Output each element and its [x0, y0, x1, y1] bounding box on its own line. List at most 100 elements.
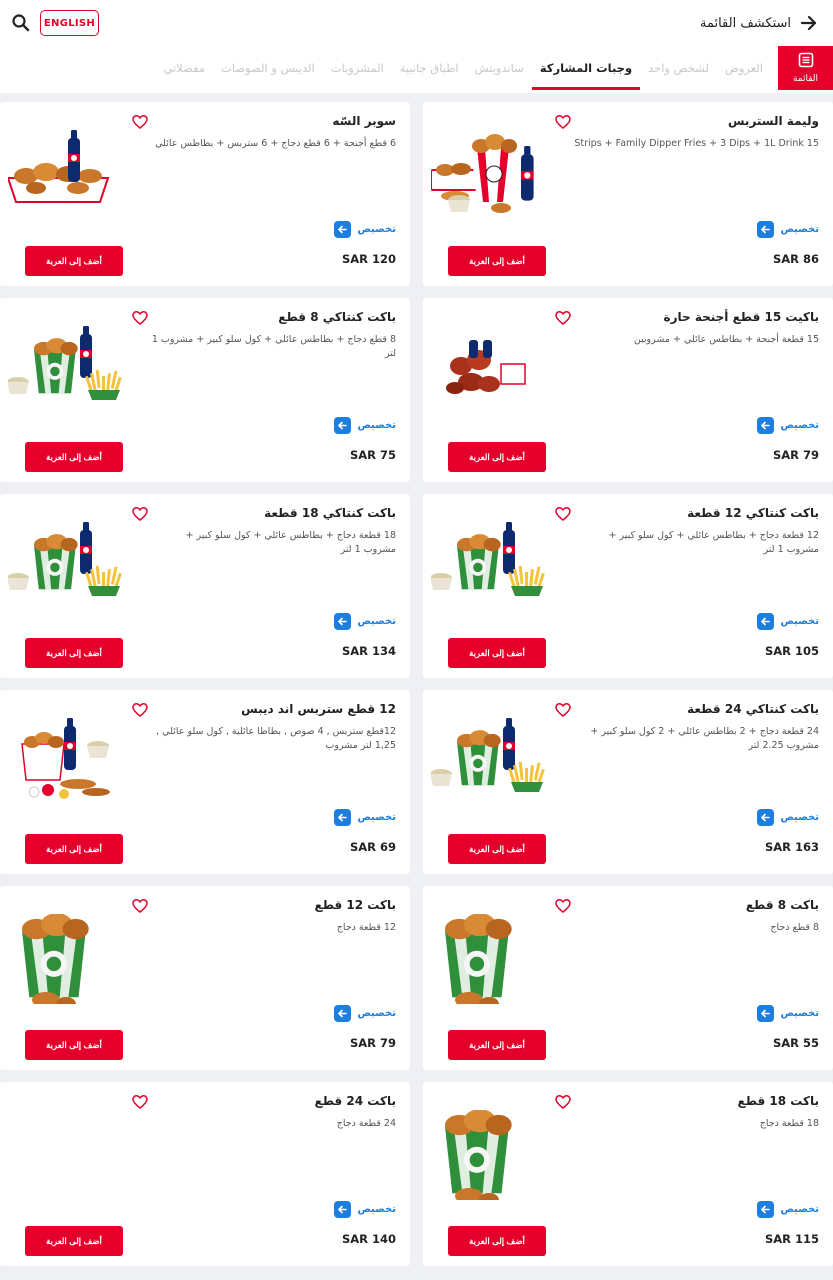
tab-category[interactable]: المشروبات	[323, 46, 392, 90]
product-description: 12 قطعة دجاج	[336, 922, 396, 933]
category-tabs: العروض لشخص واحد وجبات المشاركة ساندويتش اطب…	[155, 46, 771, 90]
customize-button[interactable]: تخصيص	[334, 416, 396, 434]
product-image	[6, 130, 123, 220]
customize-label: تخصيص	[357, 811, 396, 823]
product-description: 18 قطعة دجاج + بطاطس عائلي + كول سلو كبي…	[185, 530, 396, 556]
product-card[interactable]: باكت 8 قطع 8 قطع دجاج تخصيص SAR 55 أضف إ…	[423, 886, 833, 1070]
product-price: SAR 120	[341, 252, 396, 266]
product-card[interactable]: سوبر السّه 6 قطع أجنحة + 6 قطع دجاج + 6 …	[0, 102, 410, 286]
add-to-cart-button[interactable]: أضف إلى العربة	[448, 442, 546, 472]
explore-menu-label: استكشف القائمة	[699, 15, 791, 31]
category-nav: القائمة العروض لشخص واحد وجبات المشاركة سان…	[0, 46, 833, 93]
product-card[interactable]: وليمة الستربس 15 Strips + Family Dipper …	[423, 102, 833, 286]
add-to-cart-button[interactable]: أضف إلى العربة	[25, 834, 123, 864]
heart-icon[interactable]	[555, 1094, 571, 1110]
product-title: باكت 12 قطع	[314, 898, 397, 912]
add-to-cart-button[interactable]: أضف إلى العربة	[448, 246, 546, 276]
arrow-left-icon	[334, 808, 352, 826]
arrow-left-icon	[757, 808, 775, 826]
customize-button[interactable]: تخصيص	[334, 1004, 396, 1022]
product-title: باكت كنتاكي 8 قطع	[278, 310, 396, 324]
product-price: SAR 69	[349, 840, 396, 854]
heart-icon[interactable]	[555, 506, 571, 522]
customize-button[interactable]: تخصيص	[334, 220, 396, 238]
product-title: باكت 24 قطع	[314, 1094, 397, 1108]
add-to-cart-button[interactable]: أضف إلى العربة	[25, 638, 123, 668]
add-to-cart-button[interactable]: أضف إلى العربة	[25, 442, 123, 472]
tab-category[interactable]: مفضلاتي	[155, 46, 213, 90]
heart-icon[interactable]	[132, 1094, 148, 1110]
heart-icon[interactable]	[132, 506, 148, 522]
product-title: وليمة الستربس	[727, 114, 819, 128]
tab-category[interactable]: الديبس و الصوصات	[213, 46, 323, 90]
product-image	[430, 130, 546, 220]
add-to-cart-button[interactable]: أضف إلى العربة	[25, 1030, 123, 1060]
customize-button[interactable]: تخصيص	[757, 220, 819, 238]
heart-icon[interactable]	[132, 114, 148, 130]
product-description: 8 قطع دجاج	[770, 922, 819, 933]
heart-icon[interactable]	[555, 114, 571, 130]
arrow-right-icon	[799, 13, 819, 33]
product-card[interactable]: باكت كنتاكي 18 قطعة 18 قطعة دجاج + بطاطس…	[0, 494, 410, 678]
product-card[interactable]: باكت كنتاكي 8 قطع 8 قطع دجاج + بطاطس عائ…	[0, 298, 410, 482]
add-to-cart-button[interactable]: أضف إلى العربة	[448, 1030, 546, 1060]
product-card[interactable]: باكت كنتاكي 24 قطعة 24 قطعة دجاج + 2 بطا…	[423, 690, 833, 874]
add-to-cart-button[interactable]: أضف إلى العربة	[25, 246, 123, 276]
product-card[interactable]: باكت كنتاكي 12 قطعة 12 قطعة دجاج + بطاطس…	[423, 494, 833, 678]
product-card[interactable]: باكت 18 قطع 18 قطعة دجاج تخصيص SAR 115 أ…	[423, 1082, 833, 1266]
tab-category[interactable]: اطباق جانبية	[392, 46, 467, 90]
product-description: 12 قطعة دجاج + بطاطس عائلي + كول سلو كبي…	[608, 530, 819, 556]
menu-tab-label: القائمة	[792, 74, 819, 84]
menu-tab[interactable]: القائمة	[778, 46, 833, 90]
customize-label: تخصيص	[780, 419, 819, 431]
search-icon[interactable]	[10, 12, 32, 34]
product-description: 15 قطعة أجنحة + بطاطس عائلي + مشروبين	[633, 334, 819, 345]
customize-button[interactable]: تخصيص	[334, 1200, 396, 1218]
language-button[interactable]: ENGLISH	[40, 10, 99, 36]
customize-button[interactable]: تخصيص	[334, 808, 396, 826]
product-card[interactable]: 12 قطع ستربس اند ديبس 12قطع ستربس , 4 صو…	[0, 690, 410, 874]
product-price: SAR 115	[764, 1232, 819, 1246]
heart-icon[interactable]	[555, 898, 571, 914]
product-image	[431, 326, 546, 416]
top-bar: ENGLISH استكشف القائمة	[0, 0, 833, 46]
explore-menu-link[interactable]: استكشف القائمة	[700, 12, 819, 34]
heart-icon[interactable]	[555, 702, 571, 718]
product-price: SAR 79	[349, 1036, 396, 1050]
product-card[interactable]: باكيت 15 قطع أجنحة حارة 15 قطعة أجنحة + …	[423, 298, 833, 482]
product-card[interactable]: باكت 24 قطع 24 قطعة دجاج تخصيص SAR 140 أ…	[0, 1082, 410, 1266]
add-to-cart-button[interactable]: أضف إلى العربة	[448, 1226, 546, 1256]
product-image	[431, 1109, 546, 1207]
heart-icon[interactable]	[132, 310, 148, 326]
tab-category[interactable]: ساندويتش	[467, 46, 532, 90]
add-to-cart-button[interactable]: أضف إلى العربة	[448, 834, 546, 864]
product-title: باكت كنتاكي 18 قطعة	[264, 506, 396, 520]
heart-icon[interactable]	[555, 310, 571, 326]
arrow-left-icon	[334, 612, 352, 630]
customize-button[interactable]: تخصيص	[757, 1200, 819, 1218]
add-to-cart-button[interactable]: أضف إلى العربة	[25, 1226, 123, 1256]
arrow-left-icon	[334, 416, 352, 434]
customize-button[interactable]: تخصيص	[757, 416, 819, 434]
product-card[interactable]: باكت 12 قطع 12 قطعة دجاج تخصيص SAR 79 أض…	[0, 886, 410, 1070]
product-image	[7, 326, 123, 416]
heart-icon[interactable]	[132, 898, 148, 914]
product-image	[8, 718, 123, 808]
customize-label: تخصيص	[357, 223, 396, 235]
tab-category[interactable]: وجبات المشاركة	[531, 46, 641, 90]
arrow-left-icon	[757, 416, 775, 434]
tab-category[interactable]: لشخص واحد	[640, 46, 717, 90]
customize-button[interactable]: تخصيص	[334, 612, 396, 630]
customize-button[interactable]: تخصيص	[757, 612, 819, 630]
customize-button[interactable]: تخصيص	[757, 1004, 819, 1022]
customize-label: تخصيص	[357, 1007, 396, 1019]
product-title: باكيت 15 قطع أجنحة حارة	[663, 310, 820, 324]
customize-button[interactable]: تخصيص	[757, 808, 819, 826]
customize-label: تخصيص	[780, 811, 819, 823]
heart-icon[interactable]	[132, 702, 148, 718]
product-title: سوبر السّه	[332, 114, 396, 128]
customize-label: تخصيص	[357, 615, 396, 627]
arrow-left-icon	[334, 220, 352, 238]
tab-category[interactable]: العروض	[717, 46, 771, 90]
add-to-cart-button[interactable]: أضف إلى العربة	[448, 638, 546, 668]
